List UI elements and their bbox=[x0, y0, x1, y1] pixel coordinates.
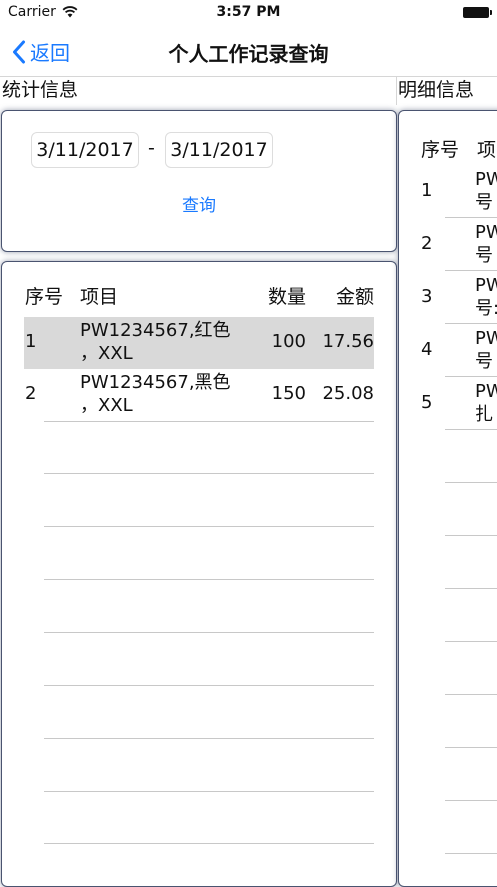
date-from-field[interactable] bbox=[31, 132, 139, 168]
detail-column-header-item: 项 bbox=[477, 139, 497, 161]
row-separator bbox=[445, 641, 497, 642]
detail-row-no: 4 bbox=[421, 339, 433, 360]
column-header-qty: 数量 bbox=[267, 286, 306, 308]
page-title: 个人工作记录查询 bbox=[168, 42, 329, 66]
row-separator bbox=[445, 535, 497, 536]
table-row[interactable]: 1 PW1234567,红色 ，XXL 100 17.56 bbox=[24, 317, 374, 369]
detail-row-no: 1 bbox=[421, 180, 433, 201]
detail-column-header-no: 序号 bbox=[421, 139, 460, 161]
table-row[interactable]: 2 PW1234567,黑色 ，XXL 150 25.08 bbox=[2, 369, 396, 421]
row-separator bbox=[44, 843, 374, 844]
row-separator bbox=[44, 473, 374, 474]
row-qty: 100 bbox=[271, 331, 306, 352]
row-separator bbox=[44, 421, 374, 422]
query-panel: - 查询 bbox=[1, 110, 397, 252]
list-item[interactable]: 2 PW 号 bbox=[399, 219, 497, 271]
row-qty: 150 bbox=[271, 383, 306, 404]
detail-row-no: 3 bbox=[421, 286, 433, 307]
list-item[interactable]: 3 PW 号: bbox=[399, 272, 497, 324]
row-separator bbox=[445, 270, 497, 271]
detail-row-no: 5 bbox=[421, 392, 433, 413]
query-button[interactable]: 查询 bbox=[172, 191, 226, 216]
navigation-bar: 返回 个人工作记录查询 bbox=[0, 26, 497, 77]
row-separator bbox=[44, 791, 374, 792]
detail-row-item: PW 号 bbox=[475, 222, 497, 266]
battery-icon bbox=[463, 7, 492, 18]
stats-panel: 序号 项目 数量 金额 1 PW1234567,红色 ，XXL 100 17.5… bbox=[1, 261, 397, 887]
date-to-field[interactable] bbox=[165, 132, 273, 168]
row-separator bbox=[445, 429, 497, 430]
status-bar: Carrier 3:57 PM bbox=[0, 0, 497, 26]
row-item: PW1234567,红色 ，XXL bbox=[80, 320, 231, 364]
row-separator bbox=[445, 694, 497, 695]
row-separator bbox=[445, 217, 497, 218]
row-separator bbox=[445, 376, 497, 377]
row-no: 1 bbox=[25, 331, 37, 352]
status-time: 3:57 PM bbox=[216, 4, 281, 20]
row-separator bbox=[44, 738, 374, 739]
list-item[interactable]: 4 PW 号 bbox=[399, 325, 497, 377]
row-separator bbox=[44, 685, 374, 686]
list-item[interactable]: 1 PW 号 bbox=[399, 166, 497, 218]
detail-row-item: PW 号 bbox=[475, 169, 497, 213]
row-separator bbox=[445, 482, 497, 483]
detail-row-item: PW 号 bbox=[475, 328, 497, 372]
row-item: PW1234567,黑色 ，XXL bbox=[80, 372, 231, 416]
row-separator bbox=[44, 579, 374, 580]
section-divider bbox=[396, 77, 397, 105]
column-header-amount: 金额 bbox=[335, 286, 374, 308]
row-amount: 17.56 bbox=[322, 331, 374, 352]
row-separator bbox=[44, 632, 374, 633]
list-item[interactable]: 5 PW 扎 bbox=[399, 378, 497, 430]
row-amount: 25.08 bbox=[322, 383, 374, 404]
row-separator bbox=[445, 853, 497, 854]
detail-row-item: PW 扎 bbox=[475, 381, 497, 425]
row-no: 2 bbox=[25, 383, 37, 404]
row-separator bbox=[445, 747, 497, 748]
row-separator bbox=[445, 323, 497, 324]
detail-panel: 序号 项 1 PW 号 2 PW 号 3 PW 号: 4 PW 号 5 PW 扎 bbox=[398, 110, 497, 887]
row-separator bbox=[44, 526, 374, 527]
stats-table-header: 序号 项目 数量 金额 bbox=[2, 282, 396, 312]
detail-row-item: PW 号: bbox=[475, 275, 497, 319]
column-header-item: 项目 bbox=[80, 286, 119, 308]
row-separator bbox=[445, 800, 497, 801]
column-header-no: 序号 bbox=[25, 286, 64, 308]
stats-section-title: 统计信息 bbox=[2, 79, 79, 101]
detail-row-no: 2 bbox=[421, 233, 433, 254]
detail-section-title: 明细信息 bbox=[398, 79, 475, 101]
date-separator: - bbox=[148, 137, 155, 159]
row-separator bbox=[445, 588, 497, 589]
